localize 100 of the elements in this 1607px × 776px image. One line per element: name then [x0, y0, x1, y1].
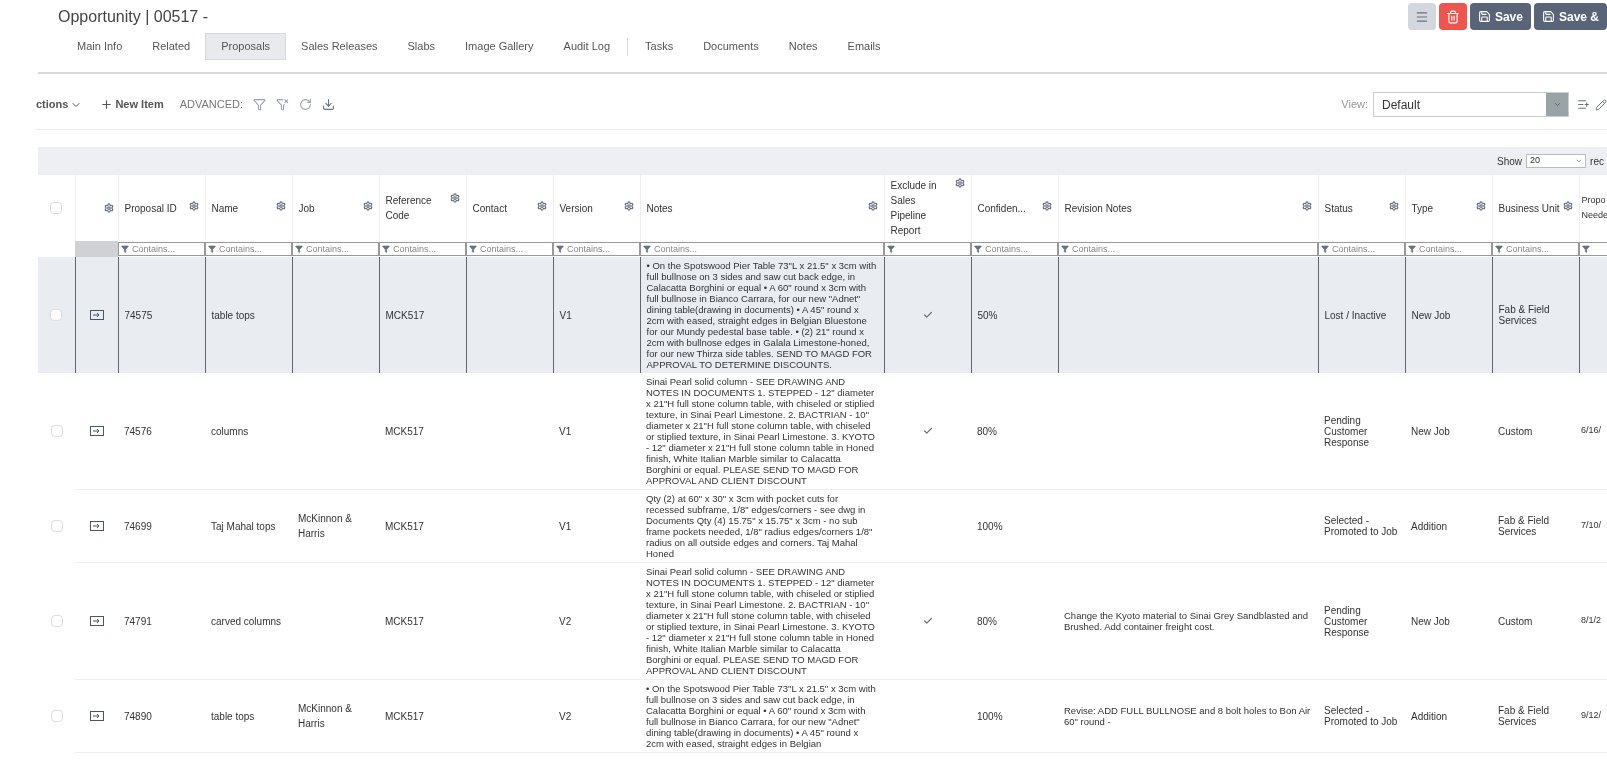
column-filter[interactable]: Contains... — [466, 242, 553, 256]
advanced-label: ADVANCED: — [179, 97, 244, 113]
column-filter[interactable]: Contains... — [379, 242, 466, 256]
column-filter[interactable]: Contains... — [1405, 242, 1492, 256]
settings-icon[interactable] — [275, 200, 286, 211]
tab[interactable]: Audit Log — [552, 33, 622, 60]
page-size-select[interactable]: 20 — [1526, 154, 1587, 168]
actions-menu[interactable]: ctions — [36, 96, 83, 113]
column-header[interactable]: Job — [298, 200, 315, 216]
row-checkbox[interactable] — [50, 309, 63, 321]
tab[interactable]: Documents — [692, 33, 770, 60]
clear-filter-icon[interactable] — [276, 98, 290, 111]
filter-icon — [469, 245, 477, 253]
table-cell: 50% — [977, 309, 998, 321]
column-header[interactable]: Exclude in Sales Pipeline Report — [890, 178, 953, 238]
filter-icon — [382, 245, 390, 253]
column-header[interactable]: Propo Neede — [1581, 193, 1607, 223]
tab[interactable]: Notes — [777, 33, 829, 60]
column-header[interactable]: Contact — [472, 200, 507, 216]
edit-icon[interactable] — [1595, 98, 1607, 111]
open-record-icon[interactable] — [89, 310, 104, 320]
column-header[interactable]: Business Unit — [1498, 200, 1560, 216]
new-item-button[interactable]: New Item — [100, 96, 164, 113]
table-cell-text: Fab & Field Services — [1498, 304, 1551, 326]
column-header[interactable]: Proposal ID — [124, 200, 177, 216]
row-checkbox[interactable] — [50, 520, 63, 532]
tab[interactable]: Related — [141, 33, 202, 60]
table-cell-text: Pending Customer Response — [1324, 604, 1371, 638]
column-filter[interactable]: Contains... — [553, 242, 640, 256]
settings-icon[interactable] — [188, 200, 199, 211]
settings-icon[interactable] — [1562, 200, 1573, 211]
table-cell-text: Pending Customer Response — [1324, 414, 1371, 448]
column-header[interactable]: Type — [1411, 200, 1434, 216]
column-filter[interactable]: Contains... — [205, 242, 292, 256]
open-record-icon[interactable] — [89, 426, 104, 436]
column-header[interactable]: Reference Code — [385, 193, 448, 223]
column-filter[interactable]: Contains... — [118, 242, 205, 256]
tab[interactable]: Main Info — [66, 33, 134, 60]
save-button[interactable]: Save & — [1533, 3, 1607, 30]
open-record-icon[interactable] — [89, 521, 104, 531]
column-filter[interactable]: Contains... — [292, 242, 379, 256]
settings-icon[interactable] — [362, 200, 373, 211]
table-cell: MCK517 — [385, 615, 424, 627]
settings-icon[interactable] — [623, 200, 634, 211]
view-select[interactable]: Default — [1373, 92, 1569, 117]
tab[interactable]: Emails — [836, 33, 892, 60]
add-column-icon[interactable] — [1577, 98, 1590, 111]
column-header[interactable]: Version — [559, 200, 593, 216]
table-cell: Addition — [1411, 520, 1448, 532]
column-header[interactable]: Notes — [646, 200, 673, 216]
open-record-icon[interactable] — [89, 616, 104, 626]
download-icon[interactable] — [322, 98, 336, 111]
table-cell: 74791 — [124, 615, 152, 627]
settings-icon[interactable] — [867, 200, 878, 211]
tab[interactable]: Slabs — [396, 33, 447, 60]
table-cell: columns — [211, 425, 249, 437]
settings-icon[interactable] — [1301, 200, 1312, 211]
row-select-cell[interactable] — [38, 257, 75, 373]
delete-button[interactable] — [1438, 3, 1467, 30]
table-cell-text: Sinai Pearl solid column - SEE DRAWING AND NOTES IN DOCUMENTS 1. STEPPED - 12" diameter x 21"H full stone column table, with chiseled or stiplied texture, in Sinai Pearl Limestone. 2. BACTRIAN - 10" diameter x 21"H full stone column table, with chiseled or stiplied texture, in Sinai Pearl Limestone. 3. KYOTO - 12" diameter x 21"H full stone column table in Honed finish, White Italian Marble similar to Calacatta Borghini or equal. PLEASE SEND TO MAGD FOR APPROVAL AND CLIENT DISCOUNT — [646, 566, 876, 676]
settings-icon[interactable] — [1041, 200, 1052, 211]
tab[interactable]: Proposals — [205, 33, 287, 60]
chevron-down-icon — [1552, 100, 1562, 109]
column-filter[interactable]: Contains... — [640, 242, 884, 256]
refresh-icon[interactable] — [299, 98, 313, 111]
column-header[interactable]: Status — [1324, 200, 1353, 216]
settings-icon[interactable] — [449, 193, 460, 203]
column-header[interactable]: Name — [211, 200, 239, 216]
column-filter[interactable]: Contains... — [1492, 242, 1579, 256]
check-icon — [922, 426, 933, 436]
save-button[interactable]: Save — [1469, 3, 1531, 30]
column-header[interactable]: Confiden... — [977, 200, 1026, 216]
column-filter[interactable]: Contains... — [1318, 242, 1405, 256]
tab[interactable]: Sales Releases — [290, 33, 389, 60]
open-record-icon[interactable] — [89, 711, 104, 721]
table-cell-text: Lost / Inactive — [1324, 309, 1388, 321]
settings-icon[interactable] — [103, 203, 114, 213]
column-filter[interactable]: Contains... — [971, 242, 1058, 256]
check-icon — [922, 616, 933, 626]
settings-icon[interactable] — [536, 200, 547, 211]
column-filter[interactable]: Contains... — [1058, 242, 1318, 256]
tab[interactable]: Tasks — [634, 33, 685, 60]
records-label: rec — [1590, 154, 1604, 169]
row-checkbox[interactable] — [50, 425, 63, 438]
table-cell: McKinnon & Harris — [298, 513, 352, 539]
column-filter[interactable] — [884, 242, 971, 256]
settings-icon[interactable] — [1388, 200, 1399, 211]
settings-icon[interactable] — [1475, 200, 1486, 211]
chevron-down-icon — [1575, 157, 1584, 165]
settings-icon[interactable] — [954, 178, 965, 188]
select-all-checkbox[interactable] — [50, 202, 63, 214]
row-checkbox[interactable] — [50, 615, 63, 627]
tab[interactable]: Image Gallery — [454, 33, 545, 60]
menu-button[interactable] — [1407, 3, 1436, 30]
table-cell: V1 — [559, 309, 572, 321]
row-checkbox[interactable] — [50, 710, 63, 722]
menu-icon — [1414, 9, 1429, 24]
filter-icon[interactable] — [253, 98, 267, 111]
column-header[interactable]: Revision Notes — [1064, 200, 1132, 216]
table-cell: Selected - Promoted to Job — [1324, 705, 1399, 727]
